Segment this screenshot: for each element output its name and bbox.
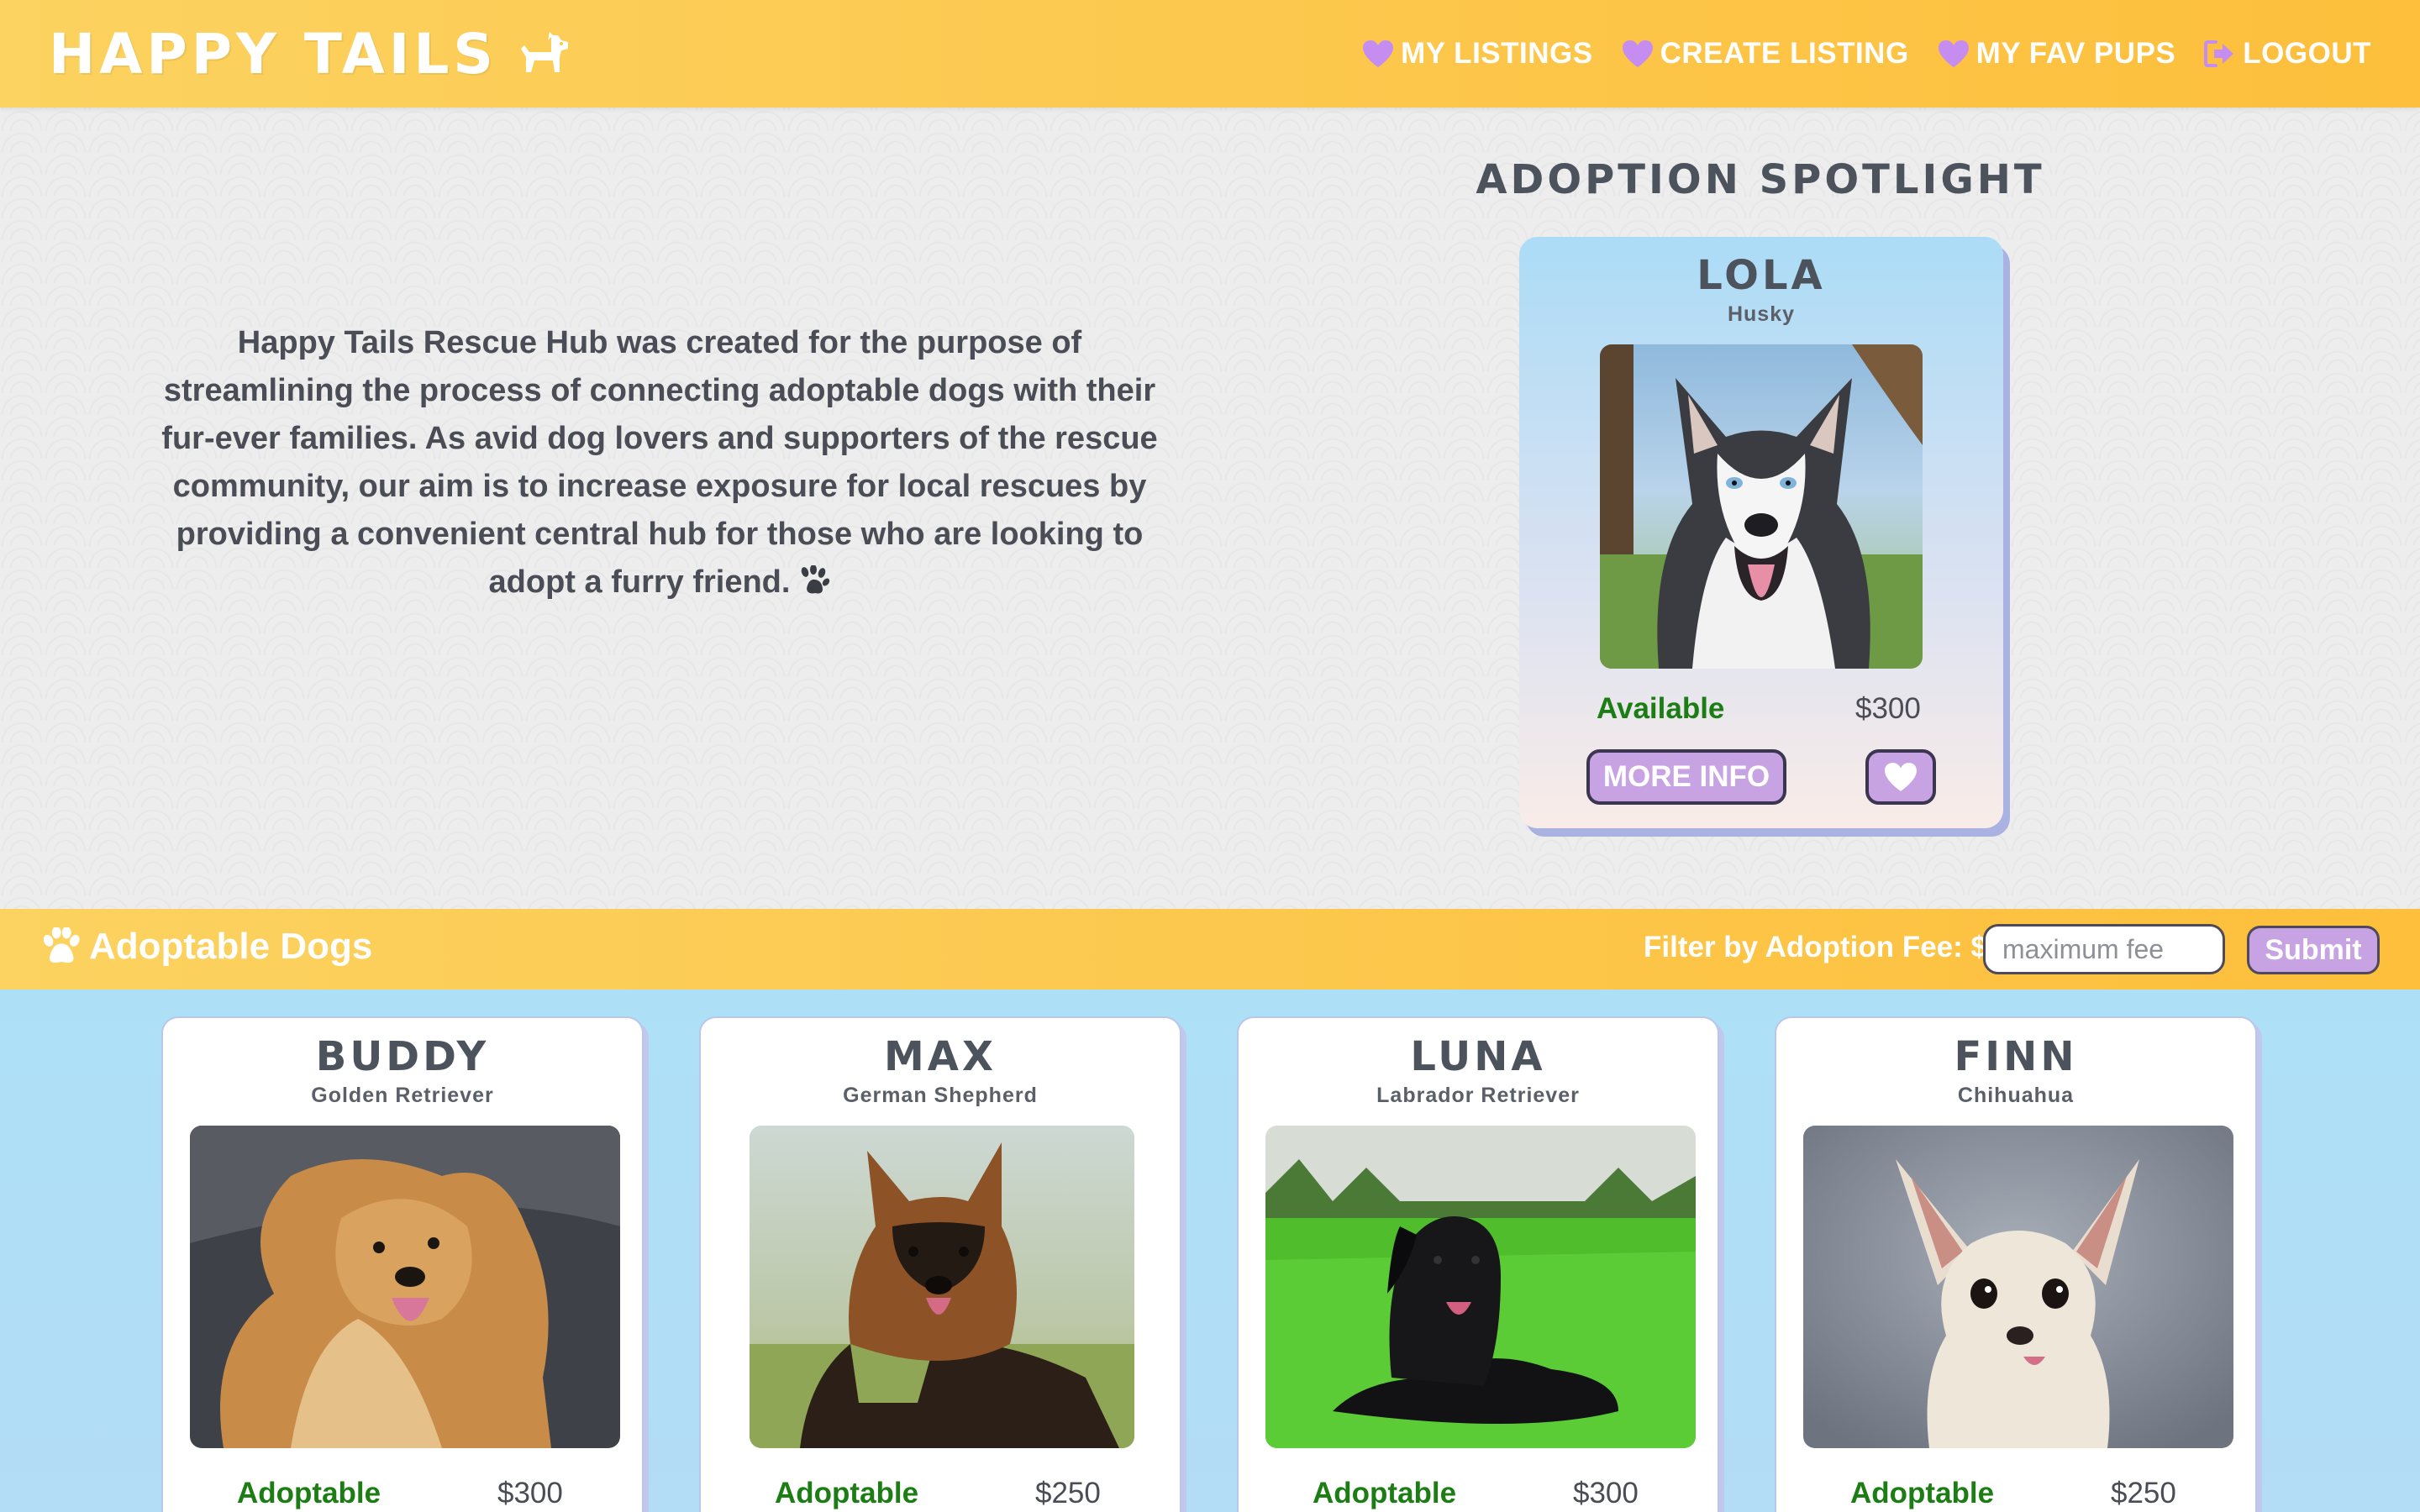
dog-name: LOLA — [1697, 252, 1826, 299]
adoption-fee: $250 — [2111, 1477, 2176, 1509]
brand-title: HAPPY TAILS — [49, 21, 497, 87]
golden-retriever-photo — [190, 1126, 620, 1448]
dog-name: BUDDY — [315, 1033, 490, 1080]
dog-name: MAX — [884, 1033, 997, 1080]
top-navbar: HAPPY TAILS MY LISTINGS CREATE LISTING M… — [0, 0, 2420, 108]
dog-card-luna[interactable]: LUNA Labrador Retriever Adoptable $300 — [1237, 1016, 1719, 1512]
german-shepherd-photo — [750, 1126, 1134, 1448]
adoption-status: Adoptable — [775, 1477, 919, 1509]
nav-label: MY FAV PUPS — [1975, 37, 2176, 70]
submit-button[interactable]: Submit — [2247, 926, 2380, 974]
paw-icon — [40, 927, 81, 966]
dog-card-buddy[interactable]: BUDDY Golden Retriever Adoptable $300 — [161, 1016, 644, 1512]
adoption-status: Available — [1597, 692, 1725, 725]
brand-logo[interactable]: HAPPY TAILS — [49, 20, 570, 87]
dog-breed: Chihuahua — [1957, 1084, 2075, 1107]
dog-card-max[interactable]: MAX German Shepherd Adoptable $250 — [699, 1016, 1181, 1512]
dog-icon — [518, 32, 570, 76]
nav-logout[interactable]: LOGOUT — [2204, 37, 2371, 71]
main-nav: MY LISTINGS CREATE LISTING MY FAV PUPS L… — [1362, 29, 2371, 79]
favorite-button[interactable] — [1865, 749, 1936, 805]
paw-icon — [797, 565, 830, 597]
heart-icon — [1622, 39, 1654, 68]
heart-icon — [1884, 762, 1918, 792]
chihuahua-photo — [1803, 1126, 2233, 1448]
adoption-fee: $300 — [1855, 692, 1921, 725]
husky-photo — [1600, 344, 1923, 669]
intro-paragraph: Happy Tails Rescue Hub was created for t… — [161, 325, 1158, 600]
filter-label: Filter by Adoption Fee: $ — [1644, 931, 1987, 963]
spotlight-heading: ADOPTION SPOTLIGHT — [1476, 156, 2045, 203]
max-fee-input[interactable] — [1983, 924, 2225, 974]
adoption-fee: $250 — [1035, 1477, 1101, 1509]
adoption-status: Adoptable — [1313, 1477, 1457, 1509]
adoption-fee: $300 — [497, 1477, 563, 1509]
heart-icon — [1938, 39, 1970, 68]
adoption-fee: $300 — [1573, 1477, 1639, 1509]
nav-my-listings[interactable]: MY LISTINGS — [1362, 37, 1593, 71]
adoption-status: Adoptable — [1850, 1477, 1995, 1509]
nav-my-fav-pups[interactable]: MY FAV PUPS — [1938, 37, 2176, 71]
dog-card-finn[interactable]: FINN Chihuahua Adoptable $250 — [1775, 1016, 2257, 1512]
nav-create-listing[interactable]: CREATE LISTING — [1622, 37, 1909, 71]
nav-label: MY LISTINGS — [1401, 37, 1593, 70]
nav-label: CREATE LISTING — [1660, 37, 1909, 70]
dog-name: LUNA — [1410, 1033, 1546, 1080]
labrador-photo — [1265, 1126, 1696, 1448]
listing-title: Adoptable Dogs — [40, 926, 372, 968]
intro-text: Happy Tails Rescue Hub was created for t… — [151, 319, 1168, 606]
dog-breed: Golden Retriever — [311, 1084, 494, 1107]
listing-toolbar: Adoptable Dogs Filter by Adoption Fee: $… — [0, 909, 2420, 990]
nav-label: LOGOUT — [2243, 37, 2371, 70]
listing-title-text: Adoptable Dogs — [89, 926, 373, 967]
logout-icon — [2204, 39, 2236, 68]
heart-icon — [1362, 39, 1394, 68]
adoption-status: Adoptable — [237, 1477, 381, 1509]
dog-breed: Labrador Retriever — [1376, 1084, 1580, 1107]
spotlight-card[interactable]: LOLA Husky Available $300 MORE INFO — [1519, 237, 2003, 828]
dog-breed: German Shepherd — [843, 1084, 1038, 1107]
dog-name: FINN — [1954, 1033, 2078, 1080]
dog-breed: Husky — [1727, 302, 1796, 326]
more-info-button[interactable]: MORE INFO — [1586, 749, 1786, 805]
